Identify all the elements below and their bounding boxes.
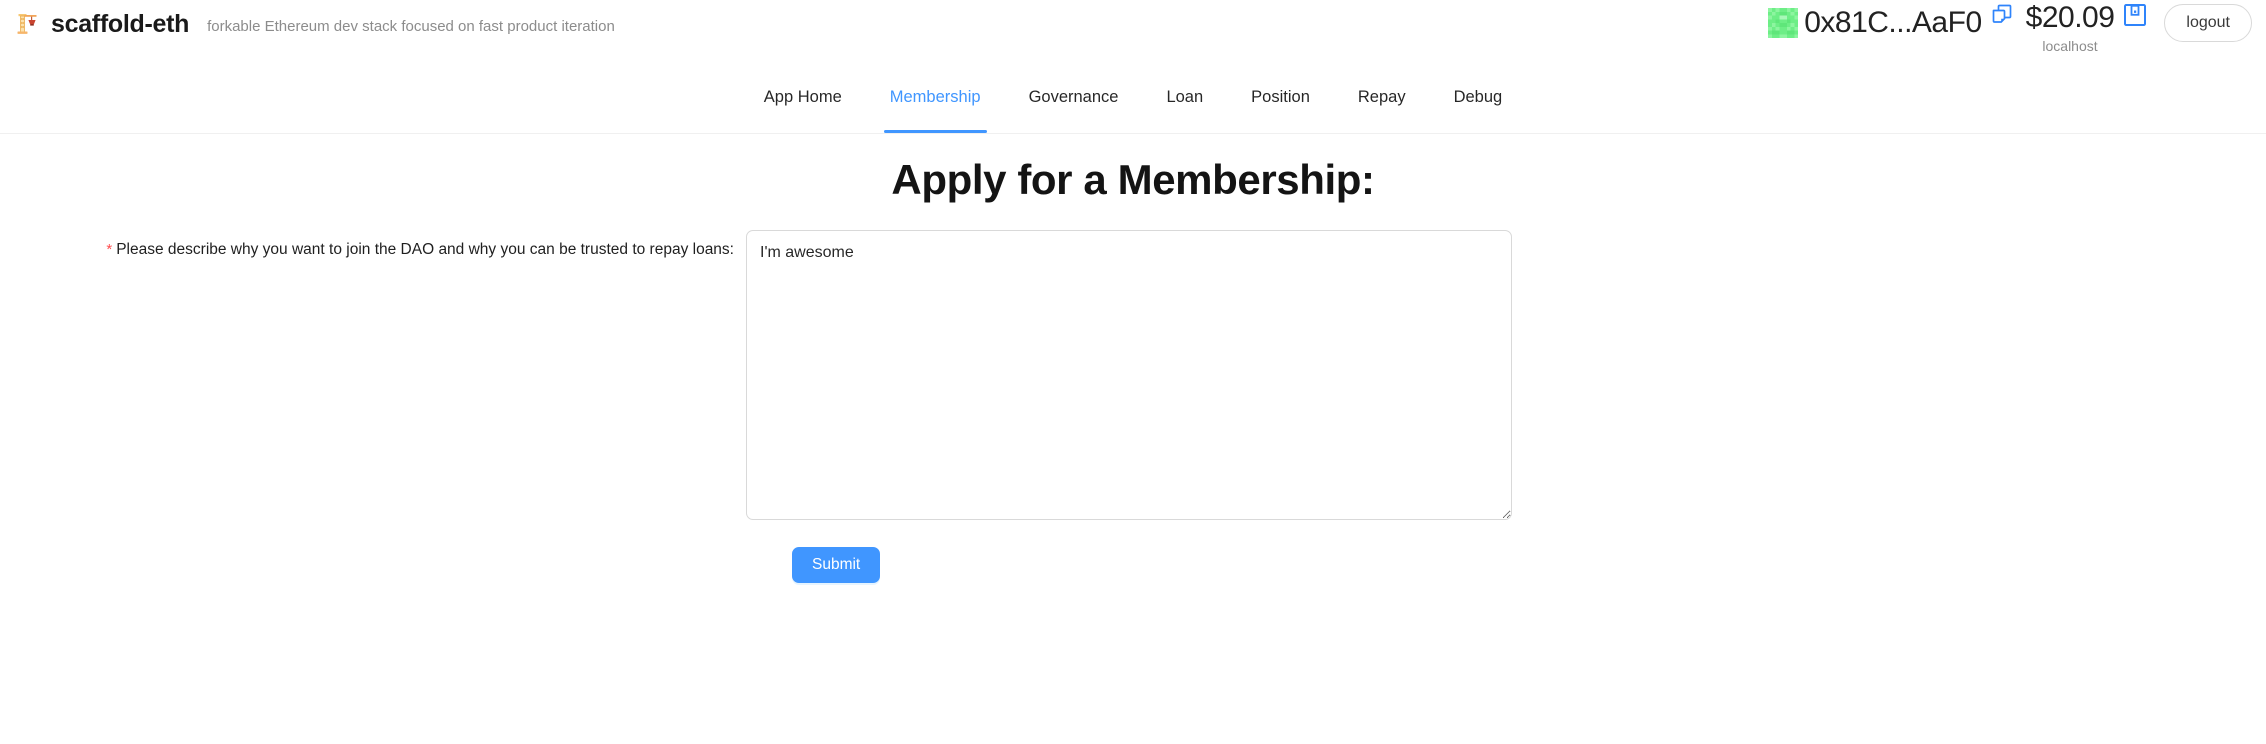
blockie-avatar: [1768, 8, 1799, 38]
wallet-address[interactable]: 0x81C...AaF0: [1804, 8, 1982, 38]
network-name: localhost: [2042, 37, 2098, 54]
nav-tab-repay[interactable]: Repay: [1334, 62, 1430, 133]
nav-tab-governance[interactable]: Governance: [1005, 62, 1143, 133]
logout-button[interactable]: logout: [2164, 4, 2252, 42]
nav-tab-position[interactable]: Position: [1227, 62, 1334, 133]
brand[interactable]: scaffold-eth forkable Ethereum dev stack…: [0, 0, 615, 40]
save-icon: [2124, 4, 2147, 26]
nav-tab-debug[interactable]: Debug: [1430, 62, 1527, 133]
brand-tagline: forkable Ethereum dev stack focused on f…: [207, 17, 615, 35]
app-header: scaffold-eth forkable Ethereum dev stack…: [0, 0, 2266, 62]
account-address-group[interactable]: 0x81C...AaF0: [1768, 2, 1982, 44]
save-wallet-button[interactable]: [2122, 2, 2148, 28]
description-form-row: * Please describe why you want to join th…: [0, 230, 2266, 525]
main-nav: App Home Membership Governance Loan Posi…: [0, 62, 2266, 134]
account-area: 0x81C...AaF0 $20.09 localhost logout: [1768, 2, 2252, 53]
membership-application-form: * Please describe why you want to join th…: [0, 230, 2266, 583]
submit-row: Submit: [0, 547, 2266, 583]
submit-spacer: [60, 547, 746, 583]
nav-tab-list: App Home Membership Governance Loan Posi…: [740, 62, 1526, 133]
construction-crane-icon: [14, 10, 42, 38]
required-asterisk: *: [106, 241, 113, 259]
copy-address-button[interactable]: [1990, 2, 2014, 26]
page-title: Apply for a Membership:: [891, 156, 1375, 203]
description-label: * Please describe why you want to join th…: [60, 230, 746, 261]
balance-block: $20.09 localhost: [2026, 2, 2115, 53]
description-textarea[interactable]: [746, 230, 1512, 520]
nav-tab-app-home[interactable]: App Home: [740, 62, 866, 133]
copy-icon: [1992, 4, 2011, 23]
description-control: [746, 230, 1512, 525]
nav-tab-membership[interactable]: Membership: [866, 62, 1005, 133]
submit-button[interactable]: Submit: [792, 547, 881, 583]
brand-title: scaffold-eth: [51, 9, 190, 38]
main-content: Apply for a Membership: * Please describe…: [0, 156, 2266, 583]
description-label-text: Please describe why you want to join the…: [116, 241, 734, 258]
nav-tab-loan[interactable]: Loan: [1142, 62, 1227, 133]
balance-amount: $20.09: [2025, 1, 2115, 34]
